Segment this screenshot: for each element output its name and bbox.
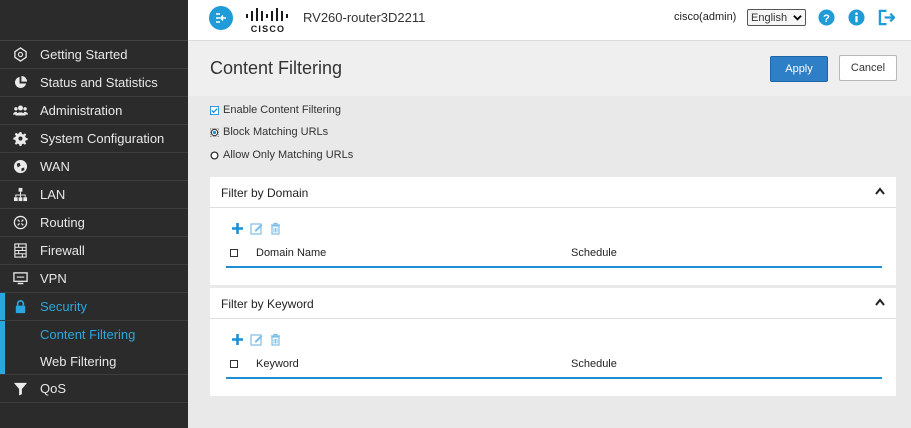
chevron-up-icon[interactable]: [875, 298, 885, 306]
column-header-schedule: Schedule: [571, 358, 617, 370]
sidebar-item-label: Status and Statistics: [40, 75, 158, 90]
monitor-icon: [0, 271, 40, 286]
select-all-checkbox[interactable]: [230, 360, 238, 368]
device-name: RV260-router3D2211: [303, 10, 426, 25]
keyword-toolbar: [231, 333, 282, 347]
edit-icon[interactable]: [250, 222, 263, 235]
filter-by-domain-panel: Filter by Domain Domain Name Schedule: [210, 177, 896, 285]
page-title-bar: Content Filtering Apply Cancel: [188, 41, 911, 96]
svg-text:?: ?: [823, 13, 830, 25]
logout-icon[interactable]: [878, 9, 895, 26]
filter-icon: [0, 381, 40, 396]
enable-content-filtering-option: Enable Content Filtering: [210, 104, 341, 116]
panel-title: Filter by Domain: [221, 186, 309, 200]
sidebar-item-label: LAN: [40, 187, 66, 202]
collapse-menu-icon: [216, 13, 226, 23]
sidebar-item-administration[interactable]: Administration: [0, 97, 188, 125]
sidebar: Getting Started Status and Statistics Ad…: [0, 0, 188, 428]
page-title: Content Filtering: [210, 58, 343, 78]
top-header: CISCO RV260-router3D2211 cisco(admin) En…: [188, 0, 911, 41]
language-select-value: English: [751, 11, 788, 24]
sidebar-subitem-label: Content Filtering: [40, 327, 136, 342]
filter-by-keyword-header: Filter by Keyword: [210, 288, 896, 319]
sidebar-item-qos[interactable]: QoS: [0, 375, 188, 403]
cisco-logo: CISCO: [245, 6, 291, 34]
add-icon[interactable]: [231, 333, 244, 346]
sidebar-item-firewall[interactable]: Firewall: [0, 237, 188, 265]
help-icon[interactable]: ?: [818, 9, 835, 26]
sidebar-item-lan[interactable]: LAN: [0, 181, 188, 209]
allow-only-matching-urls-radio[interactable]: [210, 150, 219, 160]
sidebar-item-vpn[interactable]: VPN: [0, 265, 188, 293]
add-icon[interactable]: [231, 222, 244, 235]
cancel-button[interactable]: Cancel: [839, 55, 897, 81]
globe-icon: [0, 159, 40, 174]
getting-started-icon: [0, 47, 40, 62]
sidebar-subitem-web-filtering[interactable]: Web Filtering: [0, 348, 188, 375]
allow-only-matching-urls-option: Allow Only Matching URLs: [210, 149, 353, 161]
domain-table-header: Domain Name Schedule: [226, 240, 882, 268]
collapse-menu-button[interactable]: [209, 6, 233, 30]
lock-icon: [0, 299, 40, 314]
delete-icon[interactable]: [269, 333, 282, 346]
users-icon: [0, 103, 40, 118]
chevron-down-icon: [793, 15, 802, 21]
sidebar-subitem-content-filtering[interactable]: Content Filtering: [0, 321, 188, 348]
block-matching-urls-label: Block Matching URLs: [223, 126, 329, 138]
info-icon[interactable]: [848, 9, 865, 26]
sidebar-item-security[interactable]: Security: [0, 293, 188, 321]
router-icon: [0, 215, 40, 230]
sidebar-item-label: Security: [40, 299, 87, 314]
sidebar-item-label: Getting Started: [40, 47, 128, 62]
delete-icon[interactable]: [269, 222, 282, 235]
sidebar-item-wan[interactable]: WAN: [0, 153, 188, 181]
user-label: cisco(admin): [674, 11, 737, 23]
block-matching-urls-option: Block Matching URLs: [210, 126, 328, 138]
sidebar-item-label: QoS: [40, 381, 67, 396]
sidebar-item-system-configuration[interactable]: System Configuration: [0, 125, 188, 153]
sidebar-item-getting-started[interactable]: Getting Started: [0, 41, 188, 69]
chevron-up-icon[interactable]: [875, 187, 885, 195]
filter-by-domain-header: Filter by Domain: [210, 177, 896, 208]
sidebar-item-label: System Configuration: [40, 131, 165, 146]
column-header-schedule: Schedule: [571, 247, 617, 259]
panel-title: Filter by Keyword: [221, 297, 314, 311]
enable-content-filtering-checkbox[interactable]: [210, 105, 219, 115]
edit-icon[interactable]: [250, 333, 263, 346]
sidebar-subitem-label: Web Filtering: [40, 353, 117, 369]
enable-content-filtering-label: Enable Content Filtering: [223, 104, 342, 116]
allow-only-matching-urls-label: Allow Only Matching URLs: [223, 149, 354, 161]
network-icon: [0, 187, 40, 202]
sidebar-item-label: Routing: [40, 215, 85, 230]
sidebar-item-label: VPN: [40, 271, 67, 286]
select-all-checkbox[interactable]: [230, 249, 238, 257]
apply-button[interactable]: Apply: [770, 56, 828, 82]
pie-chart-icon: [0, 75, 40, 90]
sidebar-item-label: Firewall: [40, 243, 85, 258]
language-select[interactable]: English: [747, 9, 806, 26]
column-header-domain-name: Domain Name: [256, 247, 327, 259]
sidebar-item-routing[interactable]: Routing: [0, 209, 188, 237]
filter-by-keyword-panel: Filter by Keyword Keyword Schedule: [210, 288, 896, 396]
gear-icon: [0, 131, 40, 146]
cisco-logo-text: CISCO: [251, 24, 286, 34]
domain-toolbar: [231, 222, 282, 236]
sidebar-item-label: Administration: [40, 103, 123, 118]
keyword-table-header: Keyword Schedule: [226, 351, 882, 379]
firewall-icon: [0, 243, 40, 258]
sidebar-item-status-and-statistics[interactable]: Status and Statistics: [0, 69, 188, 97]
sidebar-top-spacer: [0, 0, 188, 41]
column-header-keyword: Keyword: [256, 358, 299, 370]
block-matching-urls-radio[interactable]: [210, 127, 219, 137]
sidebar-item-label: WAN: [40, 159, 70, 174]
